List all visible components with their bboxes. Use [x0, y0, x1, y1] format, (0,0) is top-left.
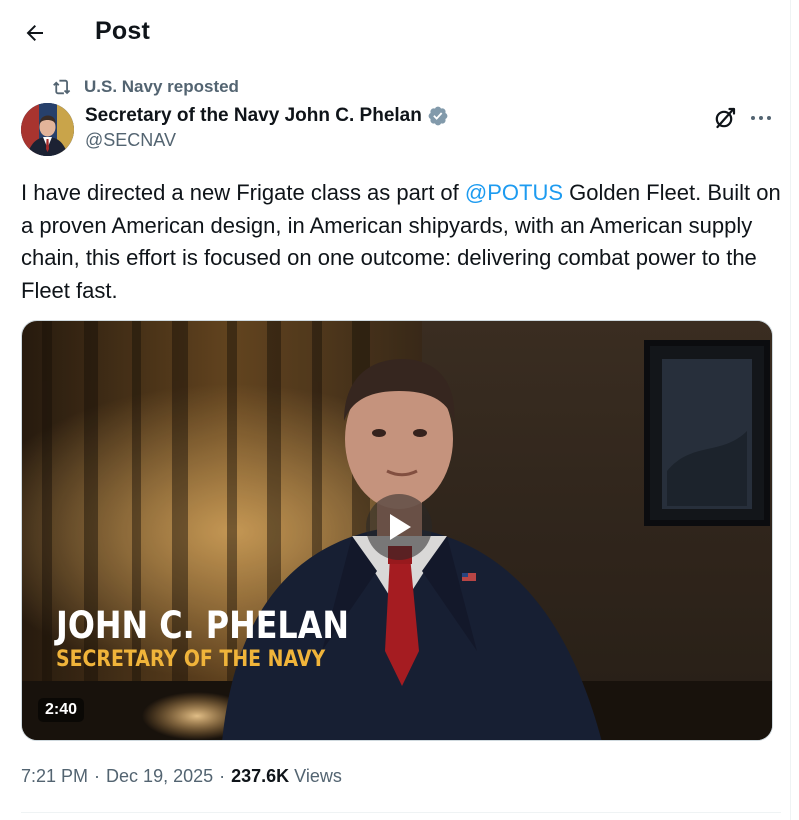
post-time[interactable]: 7:21 PM	[21, 766, 88, 787]
arrow-left-icon	[26, 25, 43, 41]
more-button[interactable]	[748, 104, 774, 132]
page-title: Post	[95, 17, 150, 45]
post-text: I have directed a new Frigate class as p…	[21, 177, 781, 307]
repost-icon	[52, 77, 74, 97]
repost-text: U.S. Navy reposted	[84, 77, 239, 96]
video-lower-third: JOHN C. PHELAN SECRETARY OF THE NAVY	[56, 606, 397, 674]
meta-separator: ·	[219, 766, 226, 786]
meta-separator: ·	[94, 766, 101, 786]
post-header: Post	[0, 0, 799, 64]
grok-button[interactable]	[711, 104, 739, 132]
play-icon	[390, 514, 411, 540]
more-horizontal-icon	[751, 116, 771, 120]
mention-link[interactable]: @POTUS	[465, 180, 563, 205]
post-date[interactable]: Dec 19, 2025	[106, 766, 213, 787]
author-name-row: Secretary of the Navy John C. Phelan	[85, 103, 449, 129]
views-count: 237.6K	[231, 766, 290, 786]
video-duration: 2:40	[38, 698, 85, 722]
views-label: Views	[294, 766, 342, 786]
video-player[interactable]: JOHN C. PHELAN SECRETARY OF THE NAVY 2:4…	[21, 320, 773, 741]
verified-badge-icon[interactable]	[427, 105, 449, 127]
video-overlay-name: JOHN C. PHELAN	[56, 604, 349, 647]
divider	[21, 812, 781, 813]
back-button[interactable]	[20, 18, 50, 48]
column-border	[790, 0, 791, 820]
grok-icon	[715, 107, 736, 129]
post-meta: 7:21 PM · Dec 19, 2025 · 237.6K Views	[21, 766, 342, 787]
author-block: Secretary of the Navy John C. Phelan @SE…	[85, 103, 449, 151]
author-name[interactable]: Secretary of the Navy John C. Phelan	[85, 105, 422, 127]
repost-indicator[interactable]: U.S. Navy reposted	[52, 76, 239, 98]
play-button[interactable]	[366, 494, 432, 560]
video-overlay-title: SECRETARY OF THE NAVY	[56, 647, 326, 672]
avatar[interactable]	[21, 103, 74, 156]
author-handle[interactable]: @SECNAV	[85, 130, 449, 151]
post-text-before: I have directed a new Frigate class as p…	[21, 180, 465, 205]
